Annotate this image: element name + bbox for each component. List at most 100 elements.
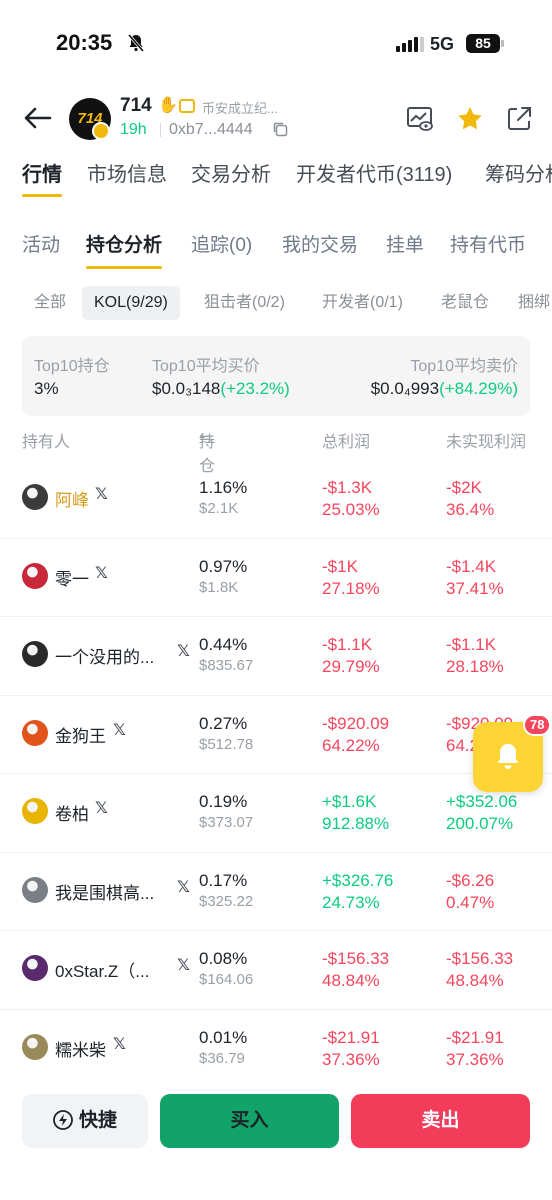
holder-name[interactable]: 阿峰	[55, 486, 89, 511]
token-name: 714	[120, 95, 152, 116]
tab-holding-analysis[interactable]: 持仓分析	[86, 230, 163, 269]
total-profit: -$1.1K	[322, 635, 373, 654]
summary-card: Top10持仓 3% Top10平均买价 $0.0₃148(+23.2%) To…	[22, 336, 530, 416]
quick-trade-label: 快捷	[78, 1110, 117, 1131]
holding-usd: $325.22	[199, 892, 254, 910]
total-profit: -$1K	[322, 556, 358, 576]
holder-avatar	[22, 484, 48, 510]
star-icon[interactable]	[455, 104, 485, 134]
holder-name[interactable]: 一个没用的...	[55, 643, 154, 668]
quick-trade-button[interactable]: 快捷	[22, 1094, 148, 1148]
tab-trade-analysis[interactable]: 交易分析	[191, 158, 271, 187]
status-time: 20:35	[56, 30, 113, 55]
holder-avatar	[22, 1033, 48, 1060]
robot-icon	[179, 99, 195, 113]
table-row[interactable]: 糯米柴 𝕏 0.01% $36.79 -$21.91 37.36% -$21.91 37.36…	[0, 1010, 552, 1089]
table-row[interactable]: 金狗王𝕏0.27%$512.78-$920.0964.22%-$920.0964…	[0, 696, 552, 774]
avg-sell-value: $0.0₄993(+84.29%)	[371, 379, 518, 399]
total-profit: -$21.91	[322, 1027, 380, 1047]
holder-avatar	[22, 641, 48, 667]
copy-icon[interactable]	[272, 121, 288, 137]
total-profit-percent: 25.03%	[322, 500, 380, 519]
tab-my-trades[interactable]: 我的交易	[282, 230, 358, 257]
token-header: 714 714 ✋ 币安成立纪... 19h 0xb7...4444	[0, 90, 552, 152]
tab-orders[interactable]: 挂单	[386, 230, 424, 257]
filter-developers[interactable]: 开发者(0/1)	[322, 286, 403, 320]
chain-badge-icon	[92, 122, 110, 140]
tab-held-tokens[interactable]: 持有代币	[450, 230, 526, 257]
avg-sell-price: $0.0₄993	[370, 379, 440, 398]
battery-indicator: 85	[466, 34, 504, 53]
holder-name[interactable]: 糯米柴	[55, 1036, 106, 1061]
chart-watch-icon[interactable]	[405, 104, 435, 134]
filter-bundles[interactable]: 捆绑	[518, 286, 550, 320]
unrealized-profit: -$156.33	[446, 949, 514, 968]
token-description: 币安成立纪...	[202, 101, 278, 116]
tab-dev-tokens[interactable]: 开发者代币(3119)	[296, 158, 452, 187]
back-arrow-icon[interactable]	[22, 102, 54, 134]
x-logo-icon[interactable]: 𝕏	[95, 801, 111, 817]
bell-icon	[497, 744, 519, 769]
unrealized-profit-percent: 200.07%	[446, 814, 514, 833]
x-logo-icon[interactable]: 𝕏	[177, 879, 193, 896]
share-icon[interactable]	[504, 104, 534, 134]
table-row[interactable]: 我是围棋高... 𝕏 0.17% $325.22 +$326.76 24.73% -$6.2…	[0, 853, 552, 931]
table-row[interactable]: 一个没用的... 𝕏 0.44% $835.67 -$1.1K 29.79% -$1.1K 2…	[0, 617, 552, 696]
holder-avatar	[22, 955, 48, 981]
filter-insiders[interactable]: 老鼠仓	[441, 286, 489, 320]
x-logo-icon[interactable]: 𝕏	[95, 565, 111, 582]
table-row[interactable]: 卷柏 𝕏 0.19% $373.07 +$1.6K 912.88% +$352.06 200.…	[0, 774, 552, 853]
tab-market-info[interactable]: 市场信息	[87, 158, 167, 187]
x-logo-icon[interactable]: 𝕏	[113, 1036, 129, 1053]
holding-usd: $1.8K	[199, 578, 239, 596]
holding-usd: $835.67	[199, 657, 254, 674]
x-logo-icon[interactable]: 𝕏	[177, 644, 193, 660]
total-profit-percent: 24.73%	[322, 892, 380, 912]
holder-name[interactable]: 金狗王	[55, 722, 106, 747]
total-profit-percent: 48.84%	[322, 971, 380, 990]
notification-badge: 78	[523, 714, 552, 736]
contract-address[interactable]: 0xb7...4444	[169, 121, 253, 139]
lightning-icon	[53, 1110, 73, 1130]
filter-snipers[interactable]: 狙击者(0/2)	[204, 286, 285, 320]
tab-market[interactable]: 行情	[22, 158, 62, 197]
holder-avatar	[22, 719, 48, 746]
holder-name[interactable]: 我是围棋高...	[55, 879, 154, 904]
total-profit: -$920.09	[322, 713, 390, 733]
table-header: 持有人 持仓 ⇋ 总利润 未实现利润	[0, 428, 552, 475]
x-logo-icon[interactable]: 𝕏	[95, 487, 111, 503]
token-age: 19h	[120, 121, 147, 138]
tab-activity[interactable]: 活动	[22, 230, 60, 257]
table-row[interactable]: 零一 𝕏 0.97% $1.8K -$1K 27.18% -$1.4K 37.41%	[0, 539, 552, 617]
holding-usd: $36.79	[199, 1049, 245, 1067]
holding-percent: 0.19%	[199, 792, 248, 811]
table-row[interactable]: 阿峰 𝕏 1.16% $2.1K -$1.3K 25.03% -$2K 36.4%	[0, 460, 552, 539]
total-profit-percent: 912.88%	[322, 814, 390, 833]
holder-name[interactable]: 卷柏	[55, 800, 89, 825]
status-bar: 20:35 5G 85	[0, 0, 552, 90]
tab-chip-analysis[interactable]: 筹码分析	[485, 158, 552, 187]
mute-bell-icon	[127, 34, 145, 52]
holder-name[interactable]: 0xStar.Z（...	[55, 957, 149, 982]
avg-buy-price: $0.0₃148	[152, 379, 221, 398]
tab-tracking[interactable]: 追踪(0)	[191, 230, 252, 257]
total-profit: -$156.33	[322, 949, 390, 968]
holding-percent: 0.44%	[199, 635, 248, 654]
unrealized-profit: -$21.91	[446, 1027, 504, 1047]
holding-percent: 1.16%	[199, 478, 248, 497]
top10-holding-value: 3%	[34, 379, 59, 398]
holder-avatar	[22, 876, 48, 903]
filter-all[interactable]: 全部	[34, 286, 66, 320]
holder-name[interactable]: 零一	[55, 565, 89, 590]
holding-usd: $512.78	[199, 735, 254, 753]
avg-buy-value: $0.0₃148(+23.2%)	[152, 379, 290, 399]
sell-button[interactable]: 卖出	[351, 1094, 530, 1148]
filter-kol[interactable]: KOL(9/29)	[82, 286, 180, 320]
unrealized-profit-percent: 48.84%	[446, 971, 504, 990]
x-logo-icon[interactable]: 𝕏	[113, 722, 129, 739]
unrealized-profit: -$1.4K	[446, 556, 497, 576]
unrealized-profit-percent: 37.36%	[446, 1049, 504, 1069]
x-logo-icon[interactable]: 𝕏	[177, 958, 193, 974]
table-row[interactable]: 0xStar.Z（... 𝕏 0.08% $164.06 -$156.33 48.84% -…	[0, 931, 552, 1010]
buy-button[interactable]: 买入	[160, 1094, 339, 1148]
